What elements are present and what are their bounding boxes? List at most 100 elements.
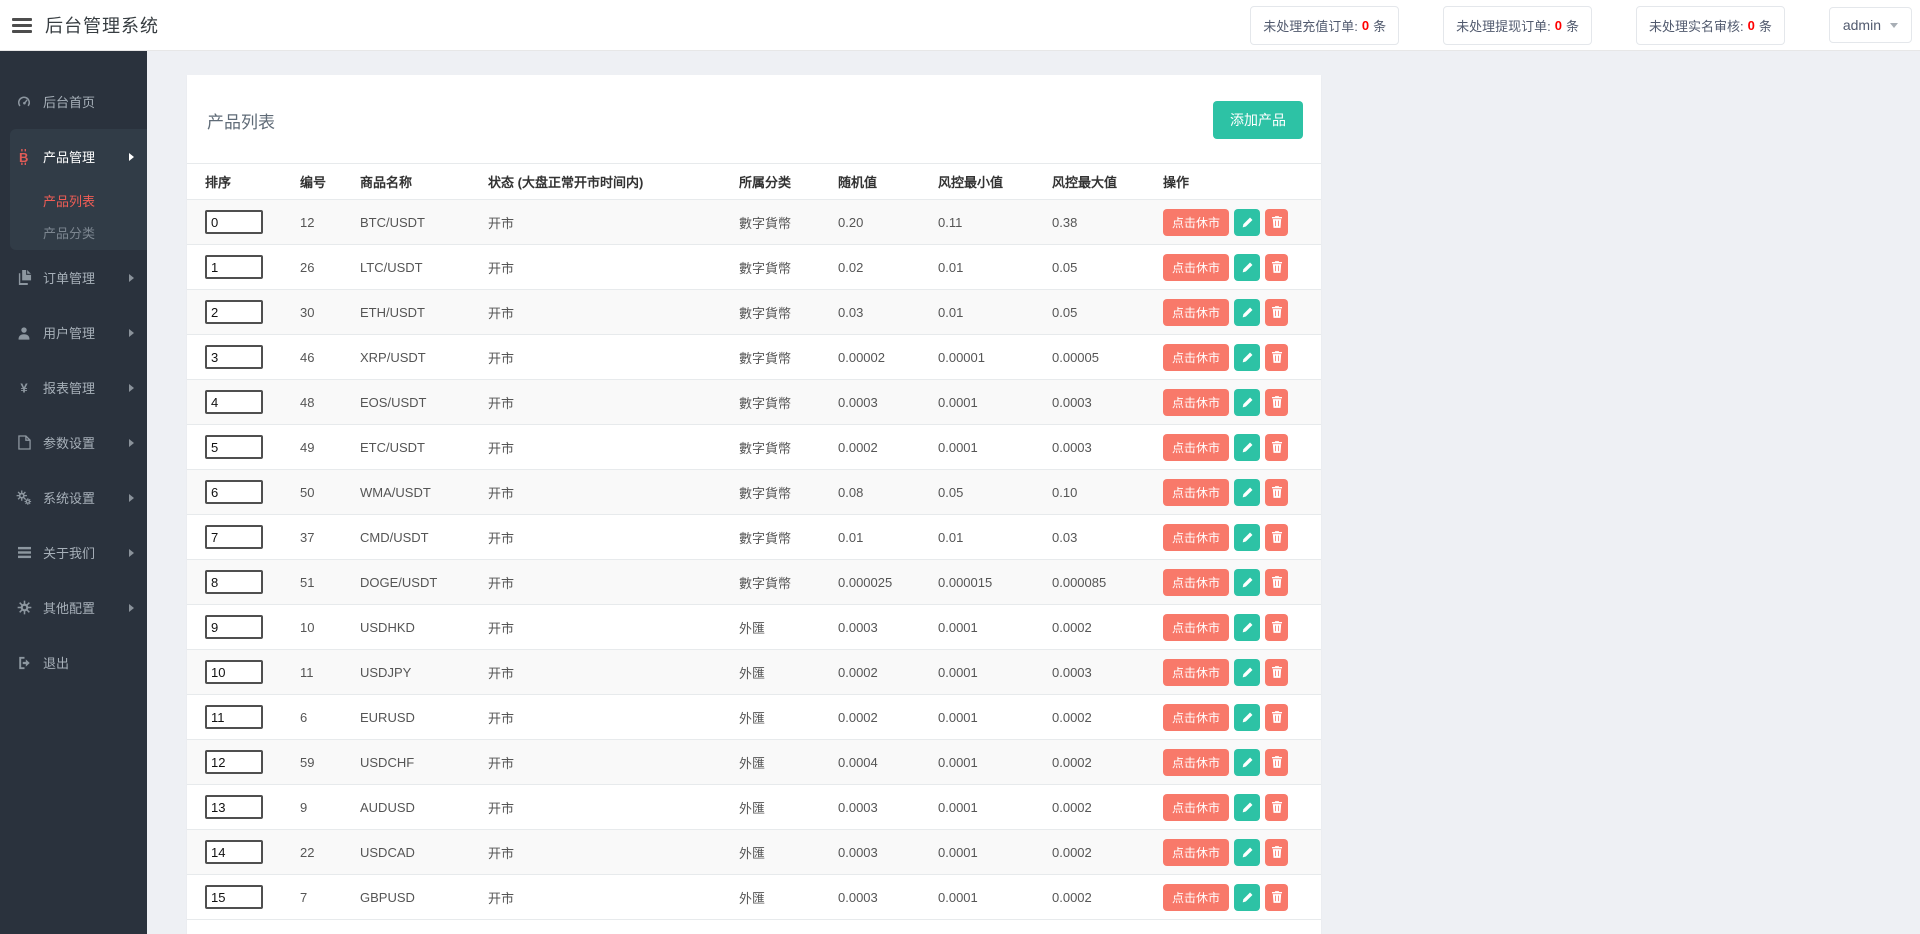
stat-box-withdraw[interactable]: 未处理提现订单:0条 [1443, 6, 1592, 45]
delete-button[interactable] [1265, 254, 1288, 281]
close-market-button[interactable]: 点击休市 [1163, 659, 1229, 686]
sidebar-subitem-product-category[interactable]: 产品分类 [10, 216, 147, 248]
user-menu[interactable]: admin [1829, 7, 1912, 43]
pencil-icon [1242, 262, 1253, 273]
edit-button[interactable] [1234, 749, 1260, 776]
close-market-button[interactable]: 点击休市 [1163, 704, 1229, 731]
delete-button[interactable] [1265, 839, 1288, 866]
edit-button[interactable] [1234, 479, 1260, 506]
edit-button[interactable] [1234, 389, 1260, 416]
sidebar-item-label: 退出 [43, 653, 69, 672]
edit-button[interactable] [1234, 794, 1260, 821]
sort-order-input[interactable] [205, 660, 263, 684]
edit-button[interactable] [1234, 254, 1260, 281]
sidebar-item-logout[interactable]: 退出 [0, 635, 147, 690]
sort-order-input[interactable] [205, 795, 263, 819]
close-market-button[interactable]: 点击休市 [1163, 434, 1229, 461]
edit-button[interactable] [1234, 884, 1260, 911]
sidebar-subitem-product-list[interactable]: 产品列表 [10, 184, 147, 216]
sort-order-input[interactable] [205, 255, 263, 279]
edit-button[interactable] [1234, 614, 1260, 641]
edit-button[interactable] [1234, 659, 1260, 686]
sort-order-input[interactable] [205, 840, 263, 864]
close-market-button[interactable]: 点击休市 [1163, 749, 1229, 776]
sidebar-item-other[interactable]: 其他配置 [0, 580, 147, 635]
sidebar-item-about[interactable]: 关于我们 [0, 525, 147, 580]
close-market-button[interactable]: 点击休市 [1163, 569, 1229, 596]
close-market-button[interactable]: 点击休市 [1163, 884, 1229, 911]
table-row: 50WMA/USDT开市數字貨幣0.080.050.10点击休市 [187, 470, 1321, 515]
delete-button[interactable] [1265, 614, 1288, 641]
edit-button[interactable] [1234, 434, 1260, 461]
cell-status: 开市 [488, 666, 514, 681]
sidebar-item-home[interactable]: 后台首页 [0, 74, 147, 129]
stat-box-kyc[interactable]: 未处理实名审核:0条 [1636, 6, 1785, 45]
add-product-button[interactable]: 添加产品 [1213, 101, 1303, 139]
sort-order-input[interactable] [205, 885, 263, 909]
edit-button[interactable] [1234, 344, 1260, 371]
close-market-button[interactable]: 点击休市 [1163, 299, 1229, 326]
sort-order-input[interactable] [205, 705, 263, 729]
cell-name: USDJPY [360, 665, 411, 680]
delete-button[interactable] [1265, 704, 1288, 731]
delete-button[interactable] [1265, 434, 1288, 461]
delete-button[interactable] [1265, 659, 1288, 686]
close-market-button[interactable]: 点击休市 [1163, 524, 1229, 551]
cell-random: 0.01 [838, 530, 863, 545]
trash-icon [1272, 351, 1282, 363]
edit-button[interactable] [1234, 524, 1260, 551]
sidebar-item-reports[interactable]: ¥报表管理 [0, 360, 147, 415]
sidebar-item-params[interactable]: 参数设置 [0, 415, 147, 470]
sort-order-input[interactable] [205, 480, 263, 504]
delete-button[interactable] [1265, 749, 1288, 776]
close-market-button[interactable]: 点击休市 [1163, 344, 1229, 371]
delete-button[interactable] [1265, 479, 1288, 506]
sort-order-input[interactable] [205, 525, 263, 549]
close-market-button[interactable]: 点击休市 [1163, 209, 1229, 236]
edit-button[interactable] [1234, 704, 1260, 731]
sort-order-input[interactable] [205, 210, 263, 234]
delete-button[interactable] [1265, 794, 1288, 821]
edit-button[interactable] [1234, 569, 1260, 596]
trash-icon [1272, 396, 1282, 408]
delete-button[interactable] [1265, 299, 1288, 326]
sort-order-input[interactable] [205, 345, 263, 369]
stat-box-recharge[interactable]: 未处理充值订单:0条 [1250, 6, 1399, 45]
close-market-button[interactable]: 点击休市 [1163, 614, 1229, 641]
sort-order-input[interactable] [205, 300, 263, 324]
sidebar-item-system[interactable]: 系统设置 [0, 470, 147, 525]
close-market-button[interactable]: 点击休市 [1163, 839, 1229, 866]
chevron-right-icon [129, 439, 134, 447]
delete-button[interactable] [1265, 344, 1288, 371]
sort-order-input[interactable] [205, 750, 263, 774]
delete-button[interactable] [1265, 569, 1288, 596]
pencil-icon [1242, 712, 1253, 723]
cell-name: CMD/USDT [360, 530, 429, 545]
sidebar-item-orders[interactable]: 订单管理 [0, 250, 147, 305]
close-market-button[interactable]: 点击休市 [1163, 389, 1229, 416]
delete-button[interactable] [1265, 884, 1288, 911]
edit-button[interactable] [1234, 839, 1260, 866]
sort-order-input[interactable] [205, 615, 263, 639]
trash-icon [1272, 531, 1282, 543]
delete-button[interactable] [1265, 389, 1288, 416]
cell-name: BTC/USDT [360, 215, 425, 230]
edit-button[interactable] [1234, 209, 1260, 236]
close-market-button[interactable]: 点击休市 [1163, 794, 1229, 821]
delete-button[interactable] [1265, 209, 1288, 236]
sort-order-input[interactable] [205, 390, 263, 414]
sort-order-input[interactable] [205, 570, 263, 594]
cell-random: 0.0003 [838, 890, 878, 905]
sidebar-item-products[interactable]: B产品管理 [10, 129, 147, 184]
sort-order-input[interactable] [205, 435, 263, 459]
edit-button[interactable] [1234, 299, 1260, 326]
close-market-button[interactable]: 点击休市 [1163, 254, 1229, 281]
hamburger-menu-icon[interactable] [12, 15, 32, 36]
sidebar-item-users[interactable]: 用户管理 [0, 305, 147, 360]
table-row: 7GBPUSD开市外匯0.00030.00010.0002点击休市 [187, 875, 1321, 920]
stat-count: 0 [1362, 18, 1369, 33]
trash-icon [1272, 486, 1282, 498]
cell-random: 0.0003 [838, 620, 878, 635]
delete-button[interactable] [1265, 524, 1288, 551]
close-market-button[interactable]: 点击休市 [1163, 479, 1229, 506]
